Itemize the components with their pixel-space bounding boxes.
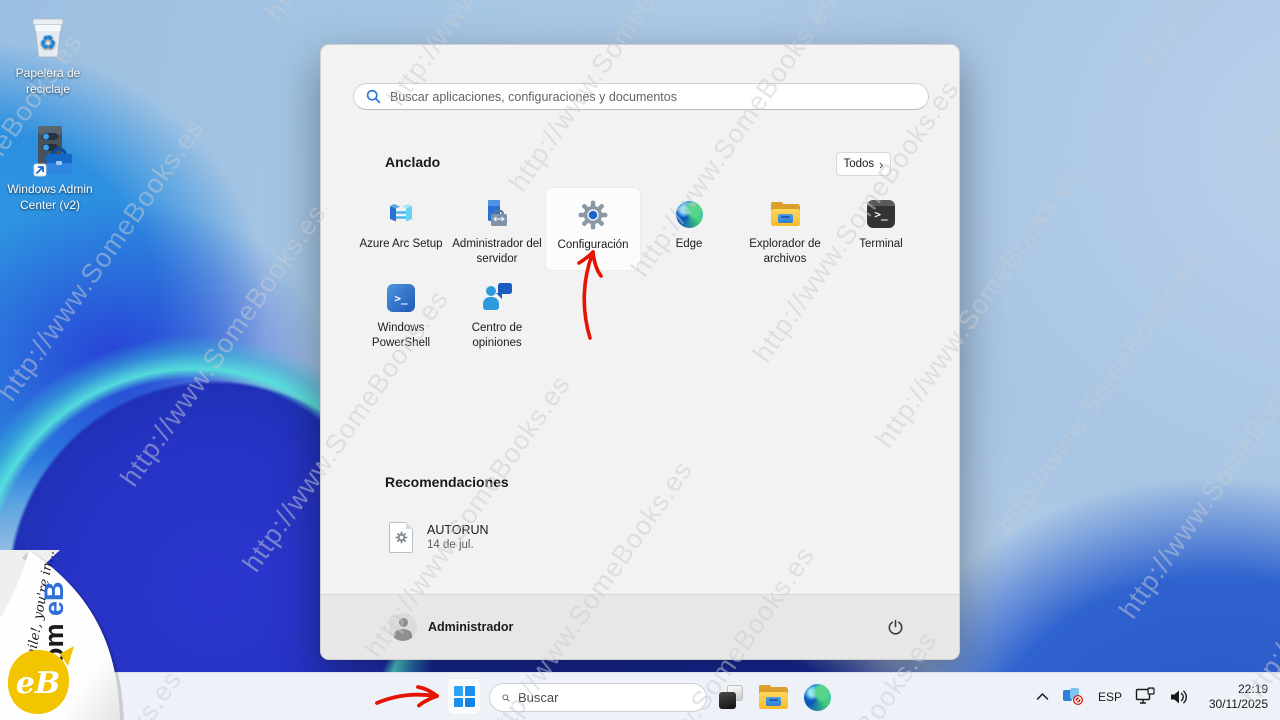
- system-tray: ESP 22:19 30/11/2025: [1036, 673, 1276, 720]
- pinned-app-terminal[interactable]: >_ Terminal: [833, 187, 929, 271]
- file-explorer-icon: [759, 685, 788, 709]
- pinned-app-file-explorer[interactable]: Explorador de archivos: [737, 187, 833, 271]
- task-view-button[interactable]: [714, 680, 748, 714]
- pinned-app-feedback-hub[interactable]: Centro de opiniones: [449, 271, 545, 355]
- start-menu: Anclado Todos › Azure Arc Setup: [320, 44, 960, 660]
- all-apps-button[interactable]: Todos ›: [836, 152, 891, 176]
- edge-icon: [673, 198, 705, 230]
- recommended-section-title: Recomendaciones: [385, 474, 509, 490]
- start-button[interactable]: [447, 678, 481, 715]
- windows-logo-icon: [454, 686, 475, 707]
- pinned-app-azure-arc[interactable]: Azure Arc Setup: [353, 187, 449, 271]
- clock[interactable]: 22:19 30/11/2025: [1202, 682, 1268, 712]
- tray-date: 30/11/2025: [1202, 697, 1268, 712]
- chevron-right-icon: ›: [879, 157, 883, 172]
- pinned-section-title: Anclado: [385, 154, 440, 170]
- recommended-item[interactable]: AUTORUN 14 de jul.: [377, 511, 657, 563]
- desktop-icon-label: Windows Admin Center (v2): [2, 182, 98, 213]
- network-icon[interactable]: [1135, 687, 1156, 706]
- edge-button[interactable]: [800, 680, 834, 714]
- tray-server-status-icon[interactable]: [1062, 687, 1085, 706]
- desktop-icon-label: Papelera de reciclaje: [0, 66, 96, 97]
- volume-icon[interactable]: [1169, 688, 1189, 706]
- feedback-hub-icon: [481, 282, 513, 314]
- terminal-icon: >_: [865, 198, 897, 230]
- tray-time: 22:19: [1202, 682, 1268, 697]
- pinned-app-powershell[interactable]: >_ Windows PowerShell: [353, 271, 449, 355]
- power-icon: [887, 619, 904, 636]
- taskbar-search-box[interactable]: [489, 683, 707, 712]
- server-manager-icon: [481, 198, 513, 230]
- admin-center-icon: [2, 126, 98, 178]
- power-button[interactable]: [879, 611, 911, 643]
- task-view-icon: [719, 685, 743, 709]
- language-indicator[interactable]: ESP: [1098, 690, 1122, 704]
- desktop-icon-recycle-bin[interactable]: ♻ Papelera de reciclaje: [0, 10, 96, 97]
- azure-arc-icon: [385, 198, 417, 230]
- search-icon: [502, 691, 510, 705]
- start-search-box[interactable]: [353, 83, 929, 110]
- pinned-app-server-manager[interactable]: Administrador del servidor: [449, 187, 545, 271]
- document-gear-icon: [389, 522, 413, 553]
- user-avatar[interactable]: [389, 613, 417, 641]
- file-explorer-icon: [769, 198, 801, 230]
- tray-chevron-up-icon[interactable]: [1036, 692, 1049, 701]
- pinned-app-edge[interactable]: Edge: [641, 187, 737, 271]
- taskbar-search-input[interactable]: [518, 690, 694, 705]
- edge-icon: [804, 684, 831, 711]
- desktop-icon-admin-center[interactable]: Windows Admin Center (v2): [2, 126, 98, 213]
- file-explorer-button[interactable]: [756, 680, 790, 714]
- powershell-icon: >_: [385, 282, 417, 314]
- pinned-app-settings[interactable]: Configuración: [545, 187, 641, 271]
- recommended-item-title: AUTORUN: [427, 523, 489, 537]
- search-icon: [366, 89, 381, 104]
- recycle-bin-icon: ♻: [0, 10, 96, 62]
- start-menu-footer: Administrador: [321, 594, 959, 659]
- user-name: Administrador: [428, 620, 513, 634]
- svg-text:♻: ♻: [39, 32, 56, 54]
- start-search-input[interactable]: [390, 90, 916, 104]
- settings-gear-icon: [577, 199, 609, 231]
- recommended-item-date: 14 de jul.: [427, 539, 489, 551]
- taskbar: ESP 22:19 30/11/2025: [0, 672, 1280, 720]
